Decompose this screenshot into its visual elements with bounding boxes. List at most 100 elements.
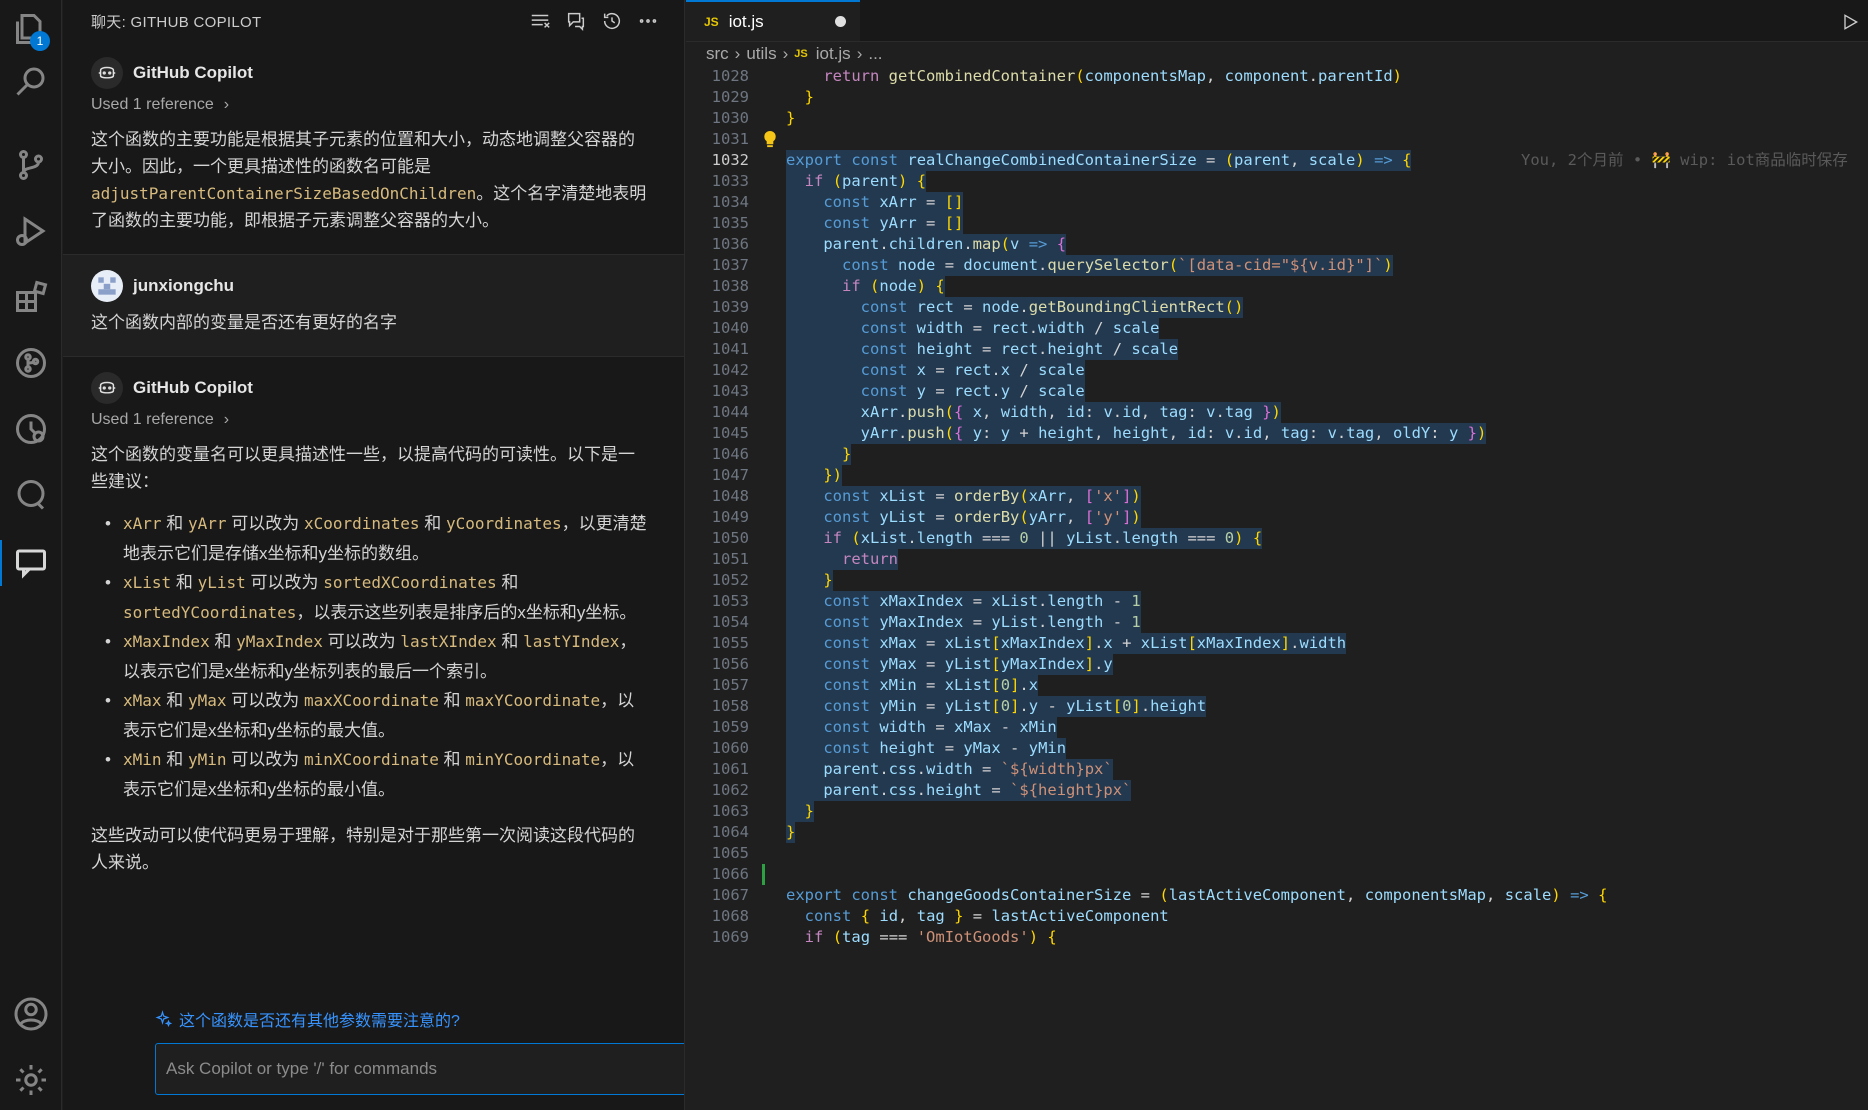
code-line[interactable]: 1067 export const changeGoodsContainerSiz…: [686, 885, 1868, 906]
line-number[interactable]: 1053: [686, 591, 749, 612]
line-number[interactable]: 1031: [686, 129, 749, 150]
line-number[interactable]: 1041: [686, 339, 749, 360]
code-line[interactable]: 1050 if (xList.length === 0 || yList.len…: [686, 528, 1868, 549]
code-line[interactable]: 1068 const { id, tag } = lastActiveCompo…: [686, 906, 1868, 927]
new-chat-button[interactable]: [558, 6, 594, 36]
code-line[interactable]: 1060 const height = yMax - yMin: [686, 738, 1868, 759]
code-line[interactable]: 1039 const rect = node.getBoundingClient…: [686, 297, 1868, 318]
code-line[interactable]: 1054 const yMaxIndex = yList.length - 1: [686, 612, 1868, 633]
settings-button[interactable]: [0, 1051, 62, 1109]
code-line[interactable]: 1069 if (tag === 'OmIotGoods') {: [686, 927, 1868, 948]
code-line[interactable]: 1046 }: [686, 444, 1868, 465]
line-number[interactable]: 1054: [686, 612, 749, 633]
run-debug-button[interactable]: [0, 202, 62, 260]
code-line[interactable]: 1034 const xArr = []: [686, 192, 1868, 213]
code-line[interactable]: 1064}: [686, 822, 1868, 843]
code-editor[interactable]: 1028 return getCombinedContainer(compone…: [686, 66, 1868, 948]
line-number[interactable]: 1057: [686, 675, 749, 696]
code-line[interactable]: 1038 if (node) {: [686, 276, 1868, 297]
line-number[interactable]: 1064: [686, 822, 749, 843]
code-line[interactable]: 1035 const yArr = []: [686, 213, 1868, 234]
code-line[interactable]: 1044 xArr.push({ x, width, id: v.id, tag…: [686, 402, 1868, 423]
line-number[interactable]: 1063: [686, 801, 749, 822]
lightbulb-icon[interactable]: [762, 130, 778, 149]
code-line[interactable]: 1052 }: [686, 570, 1868, 591]
line-number[interactable]: 1067: [686, 885, 749, 906]
line-number[interactable]: 1059: [686, 717, 749, 738]
git-graph-button[interactable]: [0, 334, 62, 392]
line-number[interactable]: 1061: [686, 759, 749, 780]
line-number[interactable]: 1058: [686, 696, 749, 717]
code-line[interactable]: 1045 yArr.push({ y: y + height, height, …: [686, 423, 1868, 444]
code-line[interactable]: 1057 const xMin = xList[0].x: [686, 675, 1868, 696]
breadcrumb-item[interactable]: src: [706, 44, 729, 64]
code-line[interactable]: 1049 const yList = orderBy(yArr, ['y']): [686, 507, 1868, 528]
chat-input[interactable]: [166, 1059, 684, 1079]
code-line[interactable]: 1065: [686, 843, 1868, 864]
remote-button[interactable]: [0, 466, 62, 524]
code-line[interactable]: 1042 const x = rect.x / scale: [686, 360, 1868, 381]
code-line[interactable]: 1036 parent.children.map(v => {: [686, 234, 1868, 255]
source-control-button[interactable]: [0, 136, 62, 194]
code-line[interactable]: 1048 const xList = orderBy(xArr, ['x']): [686, 486, 1868, 507]
send-button[interactable]: [684, 1054, 685, 1084]
line-number[interactable]: 1035: [686, 213, 749, 234]
line-number[interactable]: 1065: [686, 843, 749, 864]
breadcrumb-item[interactable]: ...: [868, 44, 882, 64]
line-number[interactable]: 1040: [686, 318, 749, 339]
tab-iot-js[interactable]: JS iot.js: [686, 0, 860, 41]
line-number[interactable]: 1030: [686, 108, 749, 129]
code-line[interactable]: 1033 if (parent) {: [686, 171, 1868, 192]
line-number[interactable]: 1066: [686, 864, 749, 885]
timeline-button[interactable]: [0, 400, 62, 458]
code-line[interactable]: 1053 const xMaxIndex = xList.length - 1: [686, 591, 1868, 612]
search-button[interactable]: [0, 52, 62, 110]
line-number[interactable]: 1038: [686, 276, 749, 297]
line-number[interactable]: 1032: [686, 150, 749, 171]
line-number[interactable]: 1034: [686, 192, 749, 213]
line-number[interactable]: 1049: [686, 507, 749, 528]
code-line[interactable]: 1029 }: [686, 87, 1868, 108]
code-line[interactable]: 1051 return: [686, 549, 1868, 570]
line-number[interactable]: 1048: [686, 486, 749, 507]
breadcrumb-item[interactable]: iot.js: [816, 44, 851, 64]
line-number[interactable]: 1055: [686, 633, 749, 654]
unsaved-dot-icon[interactable]: [835, 16, 846, 27]
code-line[interactable]: 1061 parent.css.width = `${width}px`: [686, 759, 1868, 780]
clear-chat-button[interactable]: [522, 6, 558, 36]
line-number[interactable]: 1050: [686, 528, 749, 549]
line-number[interactable]: 1029: [686, 87, 749, 108]
line-number[interactable]: 1051: [686, 549, 749, 570]
code-line[interactable]: 1058 const yMin = yList[0].y - yList[0].…: [686, 696, 1868, 717]
line-number[interactable]: 1068: [686, 906, 749, 927]
code-line[interactable]: 1066: [686, 864, 1868, 885]
code-line[interactable]: 1059 const width = xMax - xMin: [686, 717, 1868, 738]
run-button[interactable]: [1836, 8, 1864, 36]
line-number[interactable]: 1036: [686, 234, 749, 255]
line-number[interactable]: 1062: [686, 780, 749, 801]
line-number[interactable]: 1043: [686, 381, 749, 402]
code-line[interactable]: 1047 }): [686, 465, 1868, 486]
line-number[interactable]: 1044: [686, 402, 749, 423]
code-line[interactable]: 1032 export const realChangeCombinedConta…: [686, 150, 1868, 171]
code-line[interactable]: 1031: [686, 129, 1868, 150]
line-number[interactable]: 1069: [686, 927, 749, 948]
line-number[interactable]: 1045: [686, 423, 749, 444]
line-number[interactable]: 1033: [686, 171, 749, 192]
line-number[interactable]: 1052: [686, 570, 749, 591]
code-line[interactable]: 1062 parent.css.height = `${height}px`: [686, 780, 1868, 801]
line-number[interactable]: 1047: [686, 465, 749, 486]
line-number[interactable]: 1037: [686, 255, 749, 276]
more-actions-button[interactable]: [630, 6, 666, 36]
breadcrumb-item[interactable]: utils: [746, 44, 776, 64]
extensions-button[interactable]: [0, 268, 62, 326]
line-number[interactable]: 1039: [686, 297, 749, 318]
code-line[interactable]: 1037 const node = document.querySelector…: [686, 255, 1868, 276]
used-reference-toggle[interactable]: Used 1 reference ›: [91, 411, 650, 429]
history-button[interactable]: [594, 6, 630, 36]
code-line[interactable]: 1028 return getCombinedContainer(compone…: [686, 66, 1868, 87]
explorer-button[interactable]: 1: [0, 0, 62, 58]
followup-suggestion[interactable]: 这个函数是否还有其他参数需要注意的?: [155, 1007, 460, 1031]
line-number[interactable]: 1028: [686, 66, 749, 87]
code-line[interactable]: 1041 const height = rect.height / scale: [686, 339, 1868, 360]
